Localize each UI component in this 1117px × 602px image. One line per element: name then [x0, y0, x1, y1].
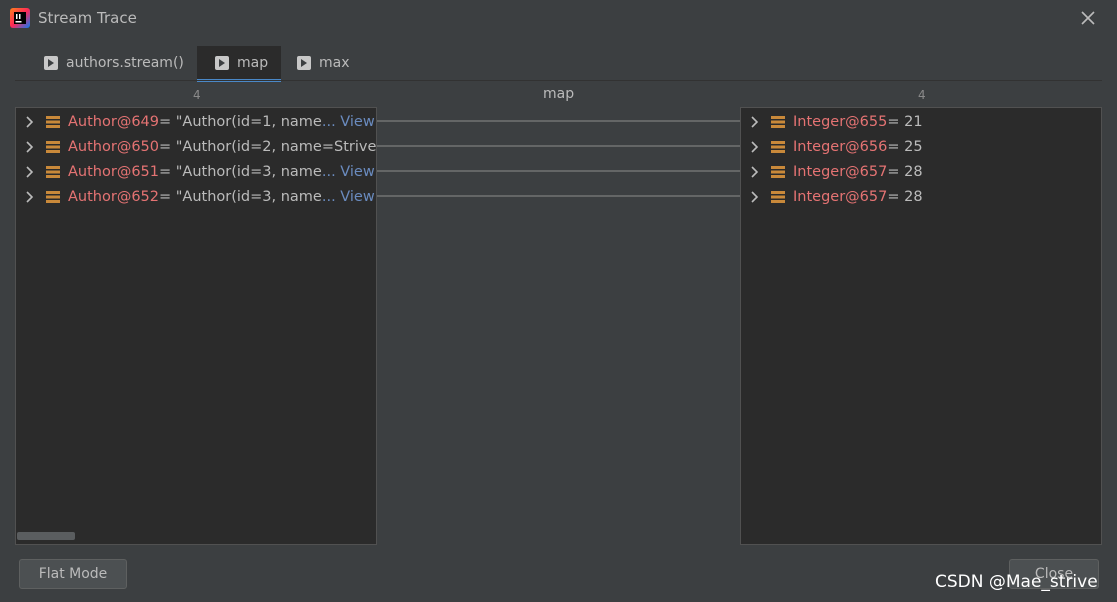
- object-ref: Integer@657: [793, 188, 888, 205]
- stack-icon: [46, 115, 60, 128]
- chevron-right-icon[interactable]: [22, 139, 38, 155]
- object-ref: Integer@656: [793, 138, 888, 155]
- chevron-right-icon[interactable]: [22, 114, 38, 130]
- list-item[interactable]: Integer@657 = 28: [741, 159, 923, 184]
- tab-max[interactable]: max: [297, 46, 360, 80]
- flat-mode-button[interactable]: Flat Mode: [19, 559, 127, 589]
- close-icon[interactable]: [1078, 8, 1098, 28]
- stack-icon: [771, 190, 785, 203]
- tab-authors-stream[interactable]: authors.stream(): [44, 46, 194, 80]
- window-title: Stream Trace: [38, 9, 137, 27]
- object-value: = "Author(id=3, name: [159, 163, 322, 180]
- list-item[interactable]: Author@651 = "Author(id=3, name ... View: [16, 159, 375, 184]
- tab-label: map: [237, 55, 269, 71]
- stack-icon: [771, 140, 785, 153]
- view-link[interactable]: ... View: [322, 189, 375, 205]
- tab-label: authors.stream(): [66, 55, 184, 71]
- object-value: = 28: [887, 163, 923, 180]
- chevron-right-icon[interactable]: [747, 164, 763, 180]
- list-item[interactable]: Author@652 = "Author(id=3, name ... View: [16, 184, 375, 209]
- object-ref: Author@652: [68, 188, 159, 205]
- chevron-right-icon[interactable]: [747, 114, 763, 130]
- stack-icon: [771, 165, 785, 178]
- view-link[interactable]: ... View: [322, 114, 375, 130]
- object-ref: Author@649: [68, 113, 159, 130]
- object-value: = 21: [887, 113, 923, 130]
- tab-map[interactable]: map: [197, 46, 281, 82]
- list-item[interactable]: Integer@657 = 28: [741, 184, 923, 209]
- chevron-right-icon[interactable]: [22, 189, 38, 205]
- step-icon: [297, 56, 311, 70]
- object-ref: Author@650: [68, 138, 159, 155]
- step-icon: [44, 56, 58, 70]
- step-icon: [215, 56, 229, 70]
- title-bar: Stream Trace: [0, 0, 1117, 38]
- stack-icon: [46, 140, 60, 153]
- stack-icon: [771, 115, 785, 128]
- mapping-lines: [377, 120, 741, 197]
- stack-icon: [46, 165, 60, 178]
- left-values-panel[interactable]: Author@649 = "Author(id=1, name ... View…: [15, 107, 377, 545]
- object-value: = "Author(id=1, name: [159, 113, 322, 130]
- object-value: = 25: [887, 138, 923, 155]
- chevron-right-icon[interactable]: [22, 164, 38, 180]
- horizontal-scrollbar[interactable]: [17, 532, 75, 540]
- object-value: = "Author(id=3, name: [159, 188, 322, 205]
- view-link[interactable]: ... View: [322, 164, 375, 180]
- chevron-right-icon[interactable]: [747, 189, 763, 205]
- right-values-panel[interactable]: Integer@655 = 21 Integer@656 = 25 Intege…: [740, 107, 1102, 545]
- watermark: CSDN @Mae_strive: [935, 572, 1098, 592]
- left-count: 4: [193, 88, 201, 102]
- tab-label: max: [319, 55, 350, 71]
- intellij-logo-icon: [10, 8, 30, 28]
- object-value: = 28: [887, 188, 923, 205]
- chevron-right-icon[interactable]: [747, 139, 763, 155]
- object-ref: Integer@657: [793, 163, 888, 180]
- right-count: 4: [918, 88, 926, 102]
- object-ref: Integer@655: [793, 113, 888, 130]
- operation-label: map: [543, 86, 575, 102]
- stack-icon: [46, 190, 60, 203]
- list-item[interactable]: Author@649 = "Author(id=1, name ... View: [16, 109, 375, 134]
- list-item[interactable]: Integer@655 = 21: [741, 109, 923, 134]
- list-item[interactable]: Integer@656 = 25: [741, 134, 923, 159]
- list-item[interactable]: Author@650 = "Author(id=2, name=Strive: [16, 134, 376, 159]
- object-ref: Author@651: [68, 163, 159, 180]
- object-value: = "Author(id=2, name=Strive: [159, 138, 377, 155]
- tabs-divider: [15, 80, 1102, 81]
